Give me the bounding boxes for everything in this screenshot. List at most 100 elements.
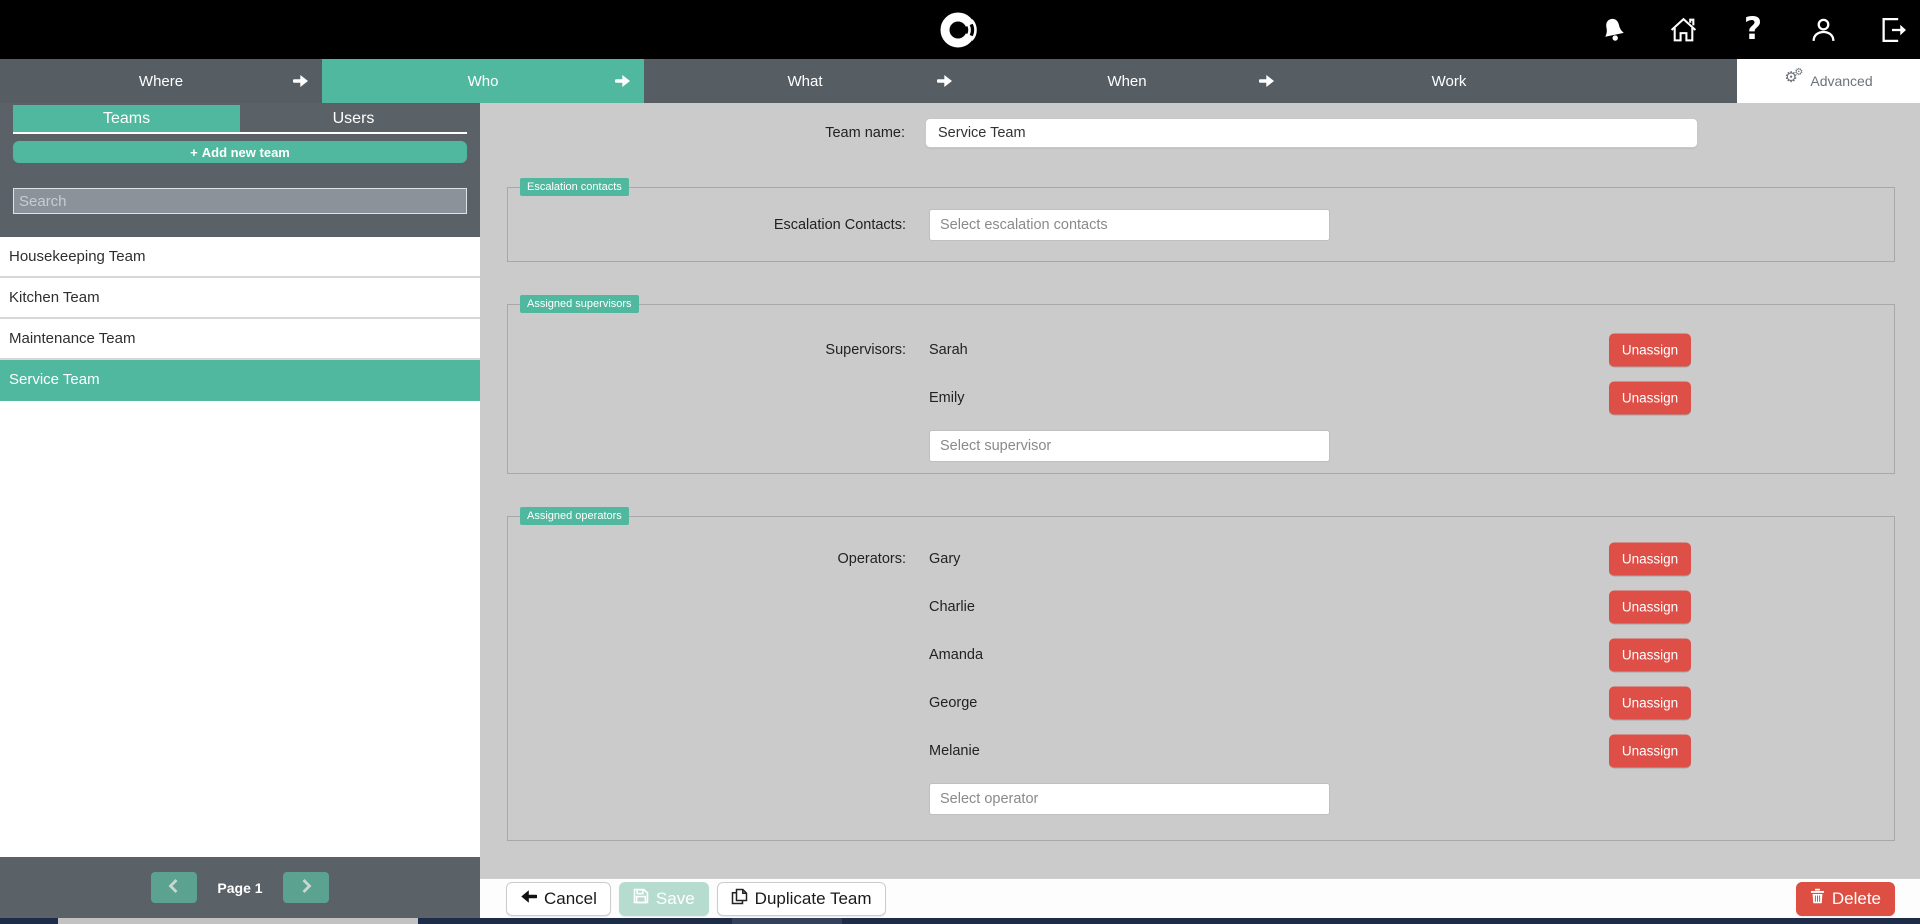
- tab-users[interactable]: Users: [240, 105, 467, 132]
- page-indicator: Page 1: [217, 880, 262, 896]
- escalation-contacts-select[interactable]: [929, 209, 1330, 241]
- trash-icon: [1810, 888, 1825, 909]
- unassign-operator-george-button[interactable]: Unassign: [1609, 687, 1691, 720]
- add-new-team-label: Add new team: [202, 145, 290, 160]
- supervisor-name: Emily: [929, 390, 964, 406]
- step-label: When: [1107, 73, 1146, 90]
- supervisor-row: Emily Unassign: [508, 374, 1894, 422]
- add-new-team-button[interactable]: + Add new team: [13, 141, 467, 163]
- chevron-left-icon: [167, 878, 181, 897]
- previous-page-button[interactable]: [151, 872, 197, 903]
- save-label: Save: [656, 889, 695, 909]
- operator-row: Operators: Gary Unassign: [508, 535, 1894, 583]
- arrow-right-icon: [293, 74, 309, 92]
- unassign-supervisor-sarah-button[interactable]: Unassign: [1609, 334, 1691, 367]
- sidebar: Teams Users + Add new team Housekeeping …: [0, 103, 480, 918]
- team-detail-panel: Team name: Escalation contacts Escalatio…: [480, 103, 1920, 878]
- duplicate-copy-icon: [731, 888, 748, 910]
- tab-teams-label: Teams: [103, 110, 150, 128]
- duplicate-team-label: Duplicate Team: [755, 889, 872, 909]
- team-list: Housekeeping Team Kitchen Team Maintenan…: [0, 237, 480, 401]
- tab-users-label: Users: [333, 110, 375, 128]
- horizontal-scrollbar-track: [0, 918, 1920, 924]
- sidebar-header: Teams Users + Add new team: [0, 103, 480, 237]
- sidebar-tabs: Teams Users: [13, 105, 467, 134]
- team-search-input[interactable]: [13, 188, 467, 214]
- advanced-label: Advanced: [1810, 73, 1872, 89]
- cancel-label: Cancel: [544, 889, 597, 909]
- team-row-service-selected[interactable]: Service Team: [0, 360, 480, 401]
- arrow-right-icon: [615, 74, 631, 92]
- horizontal-scrollbar-thumb-secondary[interactable]: [732, 918, 842, 924]
- step-label: Where: [139, 73, 183, 90]
- assigned-supervisors-legend: Assigned supervisors: [520, 295, 639, 313]
- tab-teams[interactable]: Teams: [13, 105, 240, 132]
- tab-advanced[interactable]: ⚙ ⚙ Advanced: [1737, 59, 1920, 103]
- step-who[interactable]: Who: [322, 59, 644, 103]
- horizontal-scrollbar-thumb[interactable]: [58, 918, 418, 924]
- operator-name: Charlie: [929, 599, 975, 615]
- operator-name: Melanie: [929, 743, 980, 759]
- logout-icon[interactable]: [1878, 14, 1908, 46]
- operator-name: Amanda: [929, 647, 983, 663]
- unassign-supervisor-emily-button[interactable]: Unassign: [1609, 382, 1691, 415]
- save-button[interactable]: Save: [619, 882, 709, 916]
- cogs-icon: ⚙ ⚙: [1784, 72, 1804, 90]
- team-name-input[interactable]: [925, 118, 1698, 148]
- assigned-supervisors-fieldset: Assigned supervisors Supervisors: Sarah …: [507, 295, 1895, 474]
- step-label: Work: [1432, 73, 1467, 90]
- help-icon[interactable]: ?: [1738, 14, 1768, 46]
- team-row-kitchen[interactable]: Kitchen Team: [0, 278, 480, 319]
- step-work[interactable]: Work: [1288, 59, 1610, 103]
- operators-label: Operators:: [508, 551, 906, 567]
- top-bar: ?: [0, 0, 1920, 59]
- operator-name: George: [929, 695, 977, 711]
- account-icon[interactable]: [1808, 14, 1838, 46]
- arrow-right-icon: [1259, 74, 1275, 92]
- operator-row: Amanda Unassign: [508, 631, 1894, 679]
- duplicate-team-button[interactable]: Duplicate Team: [717, 882, 886, 916]
- assigned-operators-fieldset: Assigned operators Operators: Gary Unass…: [507, 507, 1895, 841]
- unassign-operator-amanda-button[interactable]: Unassign: [1609, 639, 1691, 672]
- step-label: Who: [468, 73, 499, 90]
- supervisor-row: Supervisors: Sarah Unassign: [508, 326, 1894, 374]
- unassign-operator-charlie-button[interactable]: Unassign: [1609, 591, 1691, 624]
- arrow-left-icon: [520, 889, 537, 909]
- escalation-contacts-label: Escalation Contacts:: [508, 217, 906, 233]
- step-where[interactable]: Where: [0, 59, 322, 103]
- operator-row: Charlie Unassign: [508, 583, 1894, 631]
- save-floppy-icon: [633, 888, 649, 909]
- step-label: What: [787, 73, 822, 90]
- supervisors-label: Supervisors:: [508, 342, 906, 358]
- assigned-operators-legend: Assigned operators: [520, 507, 629, 525]
- unassign-operator-gary-button[interactable]: Unassign: [1609, 543, 1691, 576]
- select-supervisor-input[interactable]: [929, 430, 1330, 462]
- notifications-bell-icon[interactable]: [1598, 14, 1628, 46]
- plus-icon: +: [190, 145, 198, 160]
- supervisor-name: Sarah: [929, 342, 968, 358]
- team-row-maintenance[interactable]: Maintenance Team: [0, 319, 480, 360]
- team-name-label: Team name:: [480, 125, 905, 141]
- workflow-step-nav: Where Who What When Work ⚙ ⚙ Advanced: [0, 59, 1920, 103]
- home-icon[interactable]: [1668, 14, 1698, 46]
- operator-name: Gary: [929, 551, 960, 567]
- next-page-button[interactable]: [283, 872, 329, 903]
- step-when[interactable]: When: [966, 59, 1288, 103]
- delete-label: Delete: [1832, 889, 1881, 909]
- brand-logo: [936, 6, 984, 54]
- cancel-button[interactable]: Cancel: [506, 882, 611, 916]
- chevron-right-icon: [299, 878, 313, 897]
- sidebar-pagination: Page 1: [0, 857, 480, 918]
- action-bar: Cancel Save Duplicate Team: [480, 878, 1920, 918]
- arrow-right-icon: [937, 74, 953, 92]
- unassign-operator-melanie-button[interactable]: Unassign: [1609, 735, 1691, 768]
- operator-row: Melanie Unassign: [508, 727, 1894, 775]
- operator-row: George Unassign: [508, 679, 1894, 727]
- select-operator-input[interactable]: [929, 783, 1330, 815]
- step-what[interactable]: What: [644, 59, 966, 103]
- delete-button[interactable]: Delete: [1796, 882, 1895, 916]
- escalation-contacts-fieldset: Escalation contacts Escalation Contacts:: [507, 178, 1895, 262]
- team-row-housekeeping[interactable]: Housekeeping Team: [0, 237, 480, 278]
- nav-spacer: [1610, 59, 1737, 103]
- escalation-contacts-legend: Escalation contacts: [520, 178, 629, 196]
